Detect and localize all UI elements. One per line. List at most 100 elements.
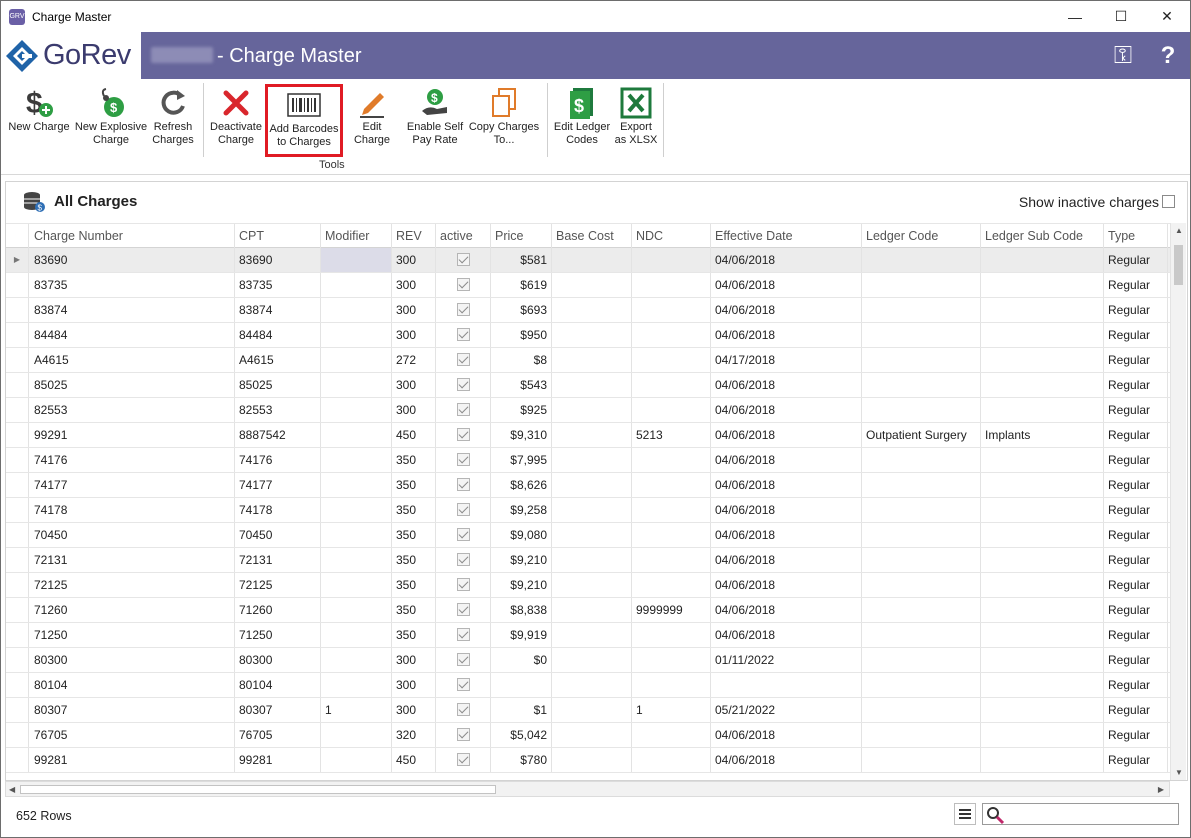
cell-modifier[interactable] — [321, 548, 392, 572]
cell-type[interactable]: Regular — [1104, 348, 1168, 372]
cell-effective-date[interactable]: 04/06/2018 — [711, 498, 862, 522]
cell-ledger-sub-code[interactable] — [981, 248, 1104, 272]
cell-active[interactable] — [436, 423, 491, 447]
active-checkbox[interactable] — [456, 503, 470, 516]
cell-ndc[interactable] — [632, 298, 711, 322]
cell-ledger-sub-code[interactable] — [981, 473, 1104, 497]
table-row[interactable]: 72125 72125 350 $9,210 04/06/2018 Regular — [6, 573, 1171, 598]
cell-active[interactable] — [436, 398, 491, 422]
cell-base-cost[interactable] — [552, 648, 632, 672]
cell-ndc[interactable] — [632, 523, 711, 547]
cell-price[interactable]: $9,210 — [491, 573, 552, 597]
cell-type[interactable]: Regular — [1104, 723, 1168, 747]
active-checkbox[interactable] — [456, 278, 470, 291]
cell-price[interactable]: $5,042 — [491, 723, 552, 747]
cell-base-cost[interactable] — [552, 598, 632, 622]
cell-price[interactable]: $9,210 — [491, 548, 552, 572]
cell-price[interactable]: $543 — [491, 373, 552, 397]
cell-type[interactable]: Regular — [1104, 573, 1168, 597]
row-indicator[interactable] — [6, 398, 29, 422]
cell-base-cost[interactable] — [552, 698, 632, 722]
cell-modifier[interactable] — [321, 673, 392, 697]
cell-type[interactable]: Regular — [1104, 648, 1168, 672]
row-indicator[interactable] — [6, 323, 29, 347]
cell-base-cost[interactable] — [552, 348, 632, 372]
cell-effective-date[interactable]: 01/11/2022 — [711, 648, 862, 672]
cell-base-cost[interactable] — [552, 673, 632, 697]
table-row[interactable]: 80300 80300 300 $0 01/11/2022 Regular — [6, 648, 1171, 673]
table-row[interactable]: 83874 83874 300 $693 04/06/2018 Regular — [6, 298, 1171, 323]
cell-effective-date[interactable]: 05/21/2022 — [711, 698, 862, 722]
cell-ndc[interactable] — [632, 448, 711, 472]
row-indicator[interactable] — [6, 448, 29, 472]
active-checkbox[interactable] — [456, 603, 470, 616]
cell-ledger-sub-code[interactable]: Implants — [981, 423, 1104, 447]
cell-rev[interactable]: 300 — [392, 248, 436, 272]
cell-cpt[interactable]: 80300 — [235, 648, 321, 672]
new-charge-button[interactable]: $ New Charge — [7, 85, 71, 155]
cell-ndc[interactable] — [632, 548, 711, 572]
cell-cpt[interactable]: 8887542 — [235, 423, 321, 447]
cell-charge-number[interactable]: 74177 — [30, 473, 235, 497]
cell-rev[interactable]: 272 — [392, 348, 436, 372]
cell-cpt[interactable]: 72131 — [235, 548, 321, 572]
cell-charge-number[interactable]: 83874 — [30, 298, 235, 322]
help-icon[interactable]: ? — [1154, 42, 1182, 70]
cell-charge-number[interactable]: 71250 — [30, 623, 235, 647]
cell-ledger-code[interactable] — [862, 473, 981, 497]
cell-modifier[interactable] — [321, 398, 392, 422]
cell-active[interactable] — [436, 598, 491, 622]
cell-cpt[interactable]: 76705 — [235, 723, 321, 747]
table-row[interactable]: 83735 83735 300 $619 04/06/2018 Regular — [6, 273, 1171, 298]
cell-modifier[interactable] — [321, 423, 392, 447]
keys-icon[interactable]: ⚿ — [1109, 42, 1137, 70]
cell-price[interactable]: $950 — [491, 323, 552, 347]
cell-cpt[interactable]: 83735 — [235, 273, 321, 297]
cell-type[interactable]: Regular — [1104, 323, 1168, 347]
cell-ndc[interactable] — [632, 573, 711, 597]
cell-active[interactable] — [436, 548, 491, 572]
active-checkbox[interactable] — [456, 528, 470, 541]
column-header-charge-number[interactable]: Charge Number — [30, 224, 235, 248]
search-box[interactable] — [982, 803, 1179, 825]
active-checkbox[interactable] — [456, 453, 470, 466]
cell-ledger-code[interactable] — [862, 523, 981, 547]
cell-effective-date[interactable]: 04/06/2018 — [711, 398, 862, 422]
cell-modifier[interactable]: 1 — [321, 698, 392, 722]
cell-ndc[interactable]: 9999999 — [632, 598, 711, 622]
active-checkbox[interactable] — [456, 303, 470, 316]
active-checkbox[interactable] — [456, 703, 470, 716]
export-xlsx-button[interactable]: Export as XLSX — [613, 85, 659, 155]
cell-charge-number[interactable]: 85025 — [30, 373, 235, 397]
cell-rev[interactable]: 350 — [392, 498, 436, 522]
cell-charge-number[interactable]: 80307 — [30, 698, 235, 722]
cell-rev[interactable]: 300 — [392, 298, 436, 322]
cell-cpt[interactable]: 70450 — [235, 523, 321, 547]
column-header-base-cost[interactable]: Base Cost — [552, 224, 632, 248]
cell-type[interactable]: Regular — [1104, 548, 1168, 572]
table-row[interactable]: 80104 80104 300 Regular — [6, 673, 1171, 698]
cell-type[interactable]: Regular — [1104, 498, 1168, 522]
row-indicator[interactable] — [6, 498, 29, 522]
new-explosive-charge-button[interactable]: $ New Explosive Charge — [73, 85, 149, 155]
cell-active[interactable] — [436, 323, 491, 347]
scroll-right-arrow-icon[interactable]: ▶ — [1158, 785, 1164, 794]
cell-ledger-sub-code[interactable] — [981, 573, 1104, 597]
cell-ledger-sub-code[interactable] — [981, 348, 1104, 372]
table-row[interactable]: 71250 71250 350 $9,919 04/06/2018 Regular — [6, 623, 1171, 648]
cell-ndc[interactable] — [632, 623, 711, 647]
cell-effective-date[interactable]: 04/06/2018 — [711, 723, 862, 747]
cell-ndc[interactable] — [632, 398, 711, 422]
cell-ledger-sub-code[interactable] — [981, 273, 1104, 297]
cell-type[interactable]: Regular — [1104, 748, 1168, 772]
cell-effective-date[interactable]: 04/06/2018 — [711, 373, 862, 397]
table-row[interactable]: 82553 82553 300 $925 04/06/2018 Regular — [6, 398, 1171, 423]
cell-ledger-code[interactable] — [862, 623, 981, 647]
add-barcodes-button[interactable]: Add Barcodes to Charges — [265, 84, 343, 157]
cell-type[interactable]: Regular — [1104, 698, 1168, 722]
cell-cpt[interactable]: 72125 — [235, 573, 321, 597]
cell-ledger-code[interactable] — [862, 323, 981, 347]
row-indicator[interactable] — [6, 723, 29, 747]
cell-ndc[interactable]: 1 — [632, 698, 711, 722]
table-row[interactable]: A4615 A4615 272 $8 04/17/2018 Regular — [6, 348, 1171, 373]
